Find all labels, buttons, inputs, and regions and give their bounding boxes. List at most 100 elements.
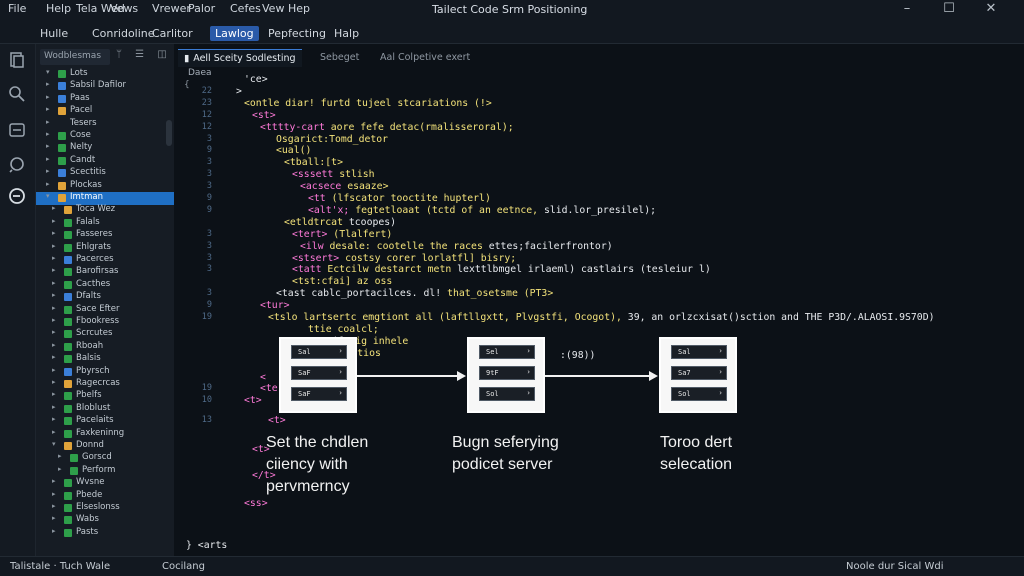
- chevron-icon[interactable]: ▸: [52, 242, 56, 250]
- tree-item[interactable]: ▸ Pbelfs: [36, 390, 174, 402]
- tree-item[interactable]: ▸ Scrcutes: [36, 328, 174, 340]
- tree-item[interactable]: ▾ Donnd: [36, 440, 174, 452]
- menu-bar-item[interactable]: Halp: [330, 27, 363, 40]
- extensions-icon[interactable]: [6, 186, 28, 208]
- chevron-icon[interactable]: ▸: [52, 328, 56, 336]
- menu-bar-item[interactable]: Pepfecting: [264, 27, 330, 40]
- chevron-icon[interactable]: ▸: [46, 155, 50, 163]
- tree-item[interactable]: ▸ Dfalts: [36, 291, 174, 303]
- explorer-scrollbar[interactable]: [166, 120, 172, 146]
- tree-item[interactable]: ▸ Fbookress: [36, 316, 174, 328]
- menu-bar-item[interactable]: Lawlog: [210, 26, 259, 41]
- tree-item[interactable]: ▸ Fasseres: [36, 229, 174, 241]
- explorer-toolbar[interactable]: ᛘ ☰ ◫: [116, 49, 172, 60]
- tree-item[interactable]: ▾ Lots: [36, 68, 174, 80]
- tree-item[interactable]: ▸ Wvsne: [36, 477, 174, 489]
- chevron-icon[interactable]: ▸: [52, 428, 56, 436]
- tree-item[interactable]: ▸ Paas: [36, 93, 174, 105]
- editor-tab[interactable]: Aal Colpetive exert: [374, 49, 476, 67]
- menu-item[interactable]: File: [8, 2, 26, 15]
- chevron-icon[interactable]: ▸: [52, 254, 56, 262]
- menu-item[interactable]: Vew: [262, 2, 284, 15]
- editor-tab[interactable]: ▮ Aell Sceity Sodlesting: [178, 49, 302, 67]
- tree-item[interactable]: ▸ Cose: [36, 130, 174, 142]
- chevron-icon[interactable]: ▸: [52, 378, 56, 386]
- chevron-icon[interactable]: ▸: [46, 130, 50, 138]
- tree-item[interactable]: ▸ Candt: [36, 155, 174, 167]
- tree-item[interactable]: ▸ Elseslonss: [36, 502, 174, 514]
- tree-item[interactable]: ▾ Imtman: [36, 192, 174, 205]
- status-language[interactable]: Cocilang: [162, 561, 205, 572]
- chevron-icon[interactable]: ▸: [52, 415, 56, 423]
- tree-item[interactable]: ▸ Barofirsas: [36, 266, 174, 278]
- tree-item[interactable]: ▸ Faxkeninng: [36, 428, 174, 440]
- explorer-title[interactable]: Wodblesmas: [40, 49, 110, 65]
- tree-item[interactable]: ▸ Wabs: [36, 514, 174, 526]
- debug-icon[interactable]: [6, 154, 28, 176]
- chevron-icon[interactable]: ▸: [52, 266, 56, 274]
- chevron-icon[interactable]: ▸: [52, 291, 56, 299]
- tree-item[interactable]: ▸ Balsis: [36, 353, 174, 365]
- tree-item[interactable]: ▸ Pacel: [36, 105, 174, 117]
- tree-item[interactable]: ▸ Pbede: [36, 490, 174, 502]
- close-icon[interactable]: ✕: [982, 1, 1000, 16]
- chevron-icon[interactable]: ▸: [46, 118, 50, 126]
- minimize-icon[interactable]: –: [898, 1, 916, 16]
- chevron-icon[interactable]: ▸: [46, 180, 50, 188]
- chevron-icon[interactable]: ▸: [52, 204, 56, 212]
- status-branch[interactable]: Talistale · Tuch Wale: [10, 561, 110, 572]
- chevron-icon[interactable]: ▾: [52, 440, 56, 448]
- tree-item[interactable]: ▸ Toca Wez: [36, 204, 174, 216]
- tree-item[interactable]: ▸ Pbyrsch: [36, 366, 174, 378]
- menu-item[interactable]: Help: [46, 2, 71, 15]
- chevron-icon[interactable]: ▸: [58, 452, 62, 460]
- chevron-icon[interactable]: ▸: [52, 366, 56, 374]
- chevron-icon[interactable]: ▸: [52, 229, 56, 237]
- tree-item[interactable]: ▸ Scectitis: [36, 167, 174, 179]
- files-icon[interactable]: [6, 50, 28, 72]
- chevron-icon[interactable]: ▾: [46, 68, 50, 76]
- source-control-icon[interactable]: [6, 120, 28, 142]
- search-icon[interactable]: [6, 84, 28, 106]
- chevron-icon[interactable]: ▸: [46, 93, 50, 101]
- status-right[interactable]: Noole dur Sical Wdi: [846, 561, 944, 572]
- chevron-icon[interactable]: ▸: [52, 217, 56, 225]
- tree-item[interactable]: ▸ Falals: [36, 217, 174, 229]
- tree-item[interactable]: ▸ Pacerces: [36, 254, 174, 266]
- tree-item[interactable]: ▸ Ragecrcas: [36, 378, 174, 390]
- chevron-icon[interactable]: ▸: [52, 403, 56, 411]
- chevron-icon[interactable]: ▸: [52, 341, 56, 349]
- chevron-icon[interactable]: ▸: [58, 465, 62, 473]
- tree-item[interactable]: ▸ Pasts: [36, 527, 174, 539]
- chevron-icon[interactable]: ▸: [52, 502, 56, 510]
- tree-item[interactable]: ▸ Bloblust: [36, 403, 174, 415]
- tree-item[interactable]: ▸ Ehlgrats: [36, 242, 174, 254]
- tree-item[interactable]: ▸ Pacelaits: [36, 415, 174, 427]
- chevron-icon[interactable]: ▸: [52, 279, 56, 287]
- chevron-icon[interactable]: ▸: [46, 142, 50, 150]
- chevron-icon[interactable]: ▸: [52, 490, 56, 498]
- chevron-icon[interactable]: ▸: [46, 80, 50, 88]
- tree-item[interactable]: ▸ Gorscd: [36, 452, 174, 464]
- chevron-icon[interactable]: ▸: [52, 527, 56, 535]
- chevron-icon[interactable]: ▸: [52, 390, 56, 398]
- tree-item[interactable]: ▸ Cacthes: [36, 279, 174, 291]
- chevron-icon[interactable]: ▸: [46, 167, 50, 175]
- tree-item[interactable]: ▸ Sace Efter: [36, 304, 174, 316]
- menu-item[interactable]: Vrewer: [152, 2, 191, 15]
- tree-item[interactable]: ▸ Nelty: [36, 142, 174, 154]
- chevron-icon[interactable]: ▾: [46, 192, 50, 200]
- chevron-icon[interactable]: ▸: [46, 105, 50, 113]
- tree-item[interactable]: ▸ Plockas: [36, 180, 174, 192]
- chevron-icon[interactable]: ▸: [52, 477, 56, 485]
- menu-item[interactable]: Vews: [110, 2, 138, 15]
- menu-bar-item[interactable]: Hulle: [36, 27, 72, 40]
- tree-item[interactable]: ▸ Sabsil Dafilor: [36, 80, 174, 92]
- chevron-icon[interactable]: ▸: [52, 316, 56, 324]
- menu-item[interactable]: Palor: [188, 2, 215, 15]
- tree-item[interactable]: ▸ Perform: [36, 465, 174, 477]
- editor-tab[interactable]: Sebeget: [314, 49, 365, 67]
- menu-item[interactable]: Hep: [288, 2, 310, 15]
- tree-item[interactable]: ▸ Rboah: [36, 341, 174, 353]
- chevron-icon[interactable]: ▸: [52, 353, 56, 361]
